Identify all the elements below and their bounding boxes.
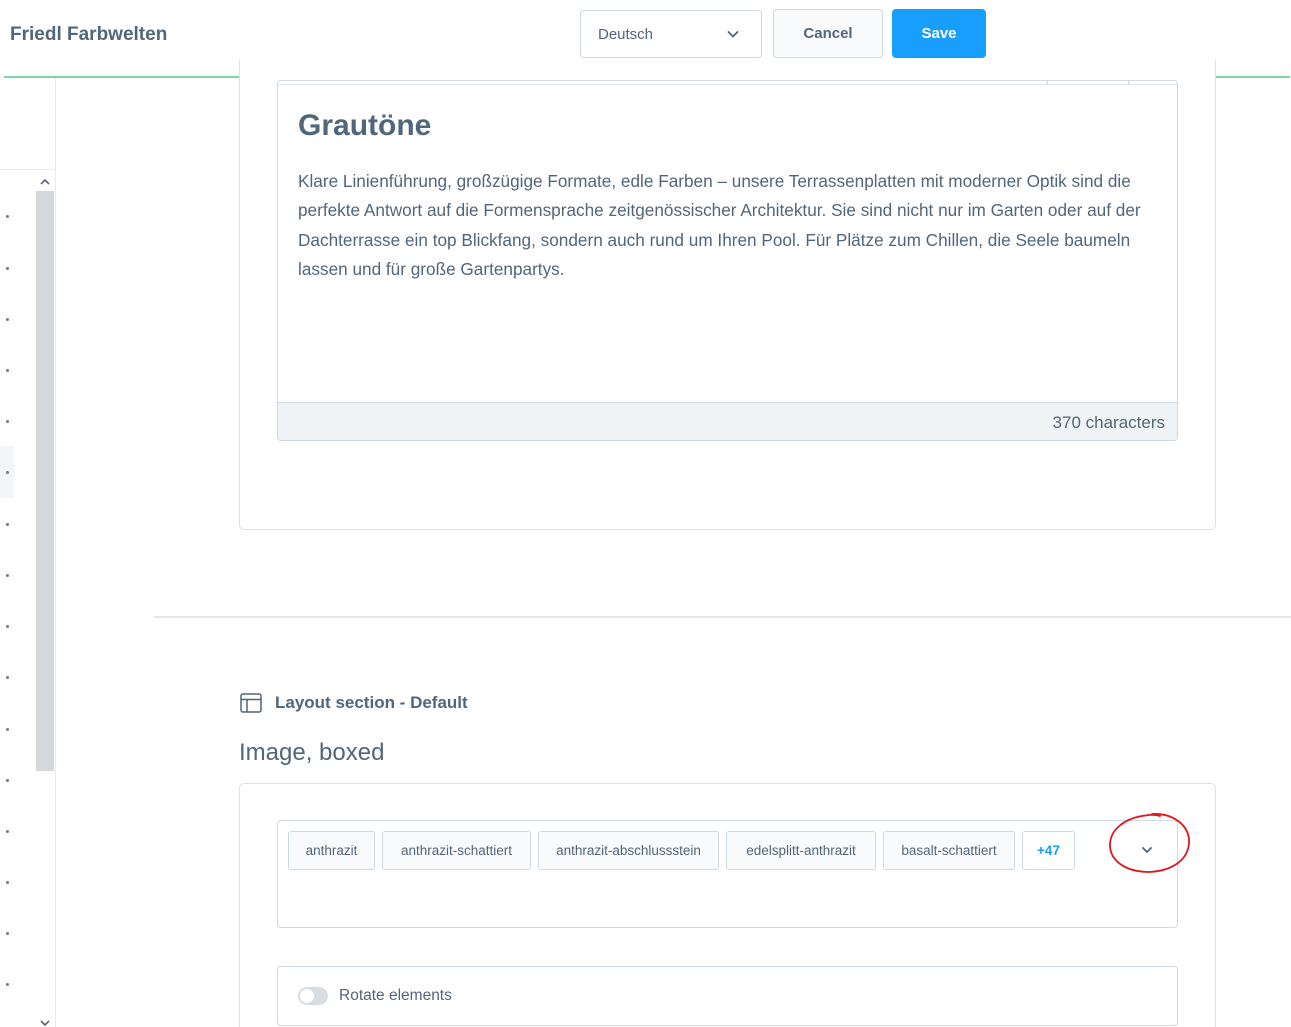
sidebar-item-marker[interactable] — [6, 881, 9, 884]
sidebar-item-marker[interactable] — [6, 318, 9, 321]
sidebar-item-marker[interactable] — [6, 420, 9, 423]
sidebar-item-marker[interactable] — [6, 676, 9, 679]
sidebar-scrollbar-thumb[interactable] — [36, 191, 54, 771]
language-select[interactable]: Deutsch — [580, 10, 762, 58]
sidebar-item-marker[interactable] — [6, 983, 9, 986]
sidebar-item-marker[interactable] — [6, 779, 9, 782]
sidebar-item-marker[interactable] — [6, 728, 9, 731]
save-button[interactable]: Save — [892, 9, 986, 58]
scroll-down-icon[interactable] — [36, 1016, 54, 1027]
sidebar-separator — [0, 169, 55, 170]
chevron-down-icon — [727, 31, 739, 38]
cancel-button[interactable]: Cancel — [773, 9, 883, 58]
layout-section-icon — [240, 693, 262, 713]
tag-chip[interactable]: anthrazit-abschlussstein — [538, 831, 719, 870]
more-tags-badge[interactable]: +47 — [1022, 831, 1075, 870]
language-select-value: Deutsch — [598, 25, 654, 43]
chevron-down-icon[interactable] — [1138, 841, 1156, 859]
sidebar-item-marker[interactable] — [6, 830, 9, 833]
section-divider — [154, 616, 1291, 618]
sidebar-item-marker[interactable] — [6, 215, 9, 218]
editor-toolbar-separator — [1128, 81, 1129, 85]
sidebar-item-marker[interactable] — [6, 471, 9, 474]
sidebar-item-marker[interactable] — [6, 574, 9, 577]
editor-toolbar-separator — [1047, 81, 1048, 85]
sidebar-item-marker[interactable] — [6, 267, 9, 270]
tag-chip[interactable]: anthrazit-schattiert — [382, 831, 531, 870]
sidebar-item-marker[interactable] — [6, 523, 9, 526]
tag-chip[interactable]: anthrazit — [288, 831, 375, 870]
scroll-up-icon[interactable] — [36, 175, 54, 189]
character-count: 370 characters — [1052, 413, 1165, 432]
block-title: Image, boxed — [239, 739, 385, 766]
text-editor[interactable]: Grautöne Klare Linienführung, großzügige… — [277, 80, 1178, 441]
editor-paragraph[interactable]: Klare Linienführung, großzügige Formate,… — [298, 167, 1164, 284]
sidebar-item-marker[interactable] — [6, 625, 9, 628]
sidebar-item-marker[interactable] — [6, 369, 9, 372]
app-title: Friedl Farbwelten — [10, 24, 168, 45]
tag-chip[interactable]: basalt-schattiert — [883, 831, 1015, 870]
rotate-elements-label: Rotate elements — [339, 987, 452, 1004]
editor-toolbar — [278, 81, 1177, 85]
tag-chip[interactable]: edelsplitt-anthrazit — [726, 831, 876, 870]
rotate-elements-toggle[interactable] — [298, 987, 328, 1005]
toggle-knob — [300, 989, 314, 1003]
sidebar — [0, 78, 56, 1027]
layout-section-label: Layout section - Default — [275, 693, 468, 712]
sidebar-item-marker[interactable] — [6, 932, 9, 935]
editor-heading[interactable]: Grautöne — [298, 109, 431, 143]
editor-footer: 370 characters — [278, 402, 1177, 440]
